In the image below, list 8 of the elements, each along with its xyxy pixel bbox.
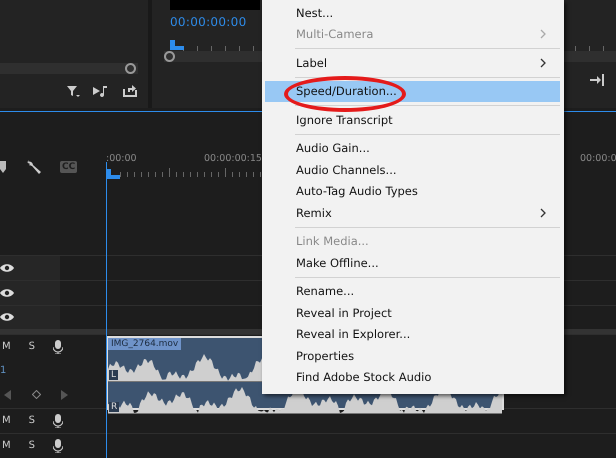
track-number: 1 bbox=[0, 364, 8, 378]
channel-label: L bbox=[109, 370, 118, 380]
ruler-label: 00:00:00:15 bbox=[204, 153, 262, 164]
clip-name: IMG_2764.mov bbox=[108, 338, 182, 350]
ruler-label: 00:00:0 bbox=[580, 153, 616, 164]
ruler-label: :00:00 bbox=[106, 153, 137, 164]
channel-label: R bbox=[109, 402, 120, 412]
timecode: 00:00:00:00 bbox=[170, 15, 247, 31]
